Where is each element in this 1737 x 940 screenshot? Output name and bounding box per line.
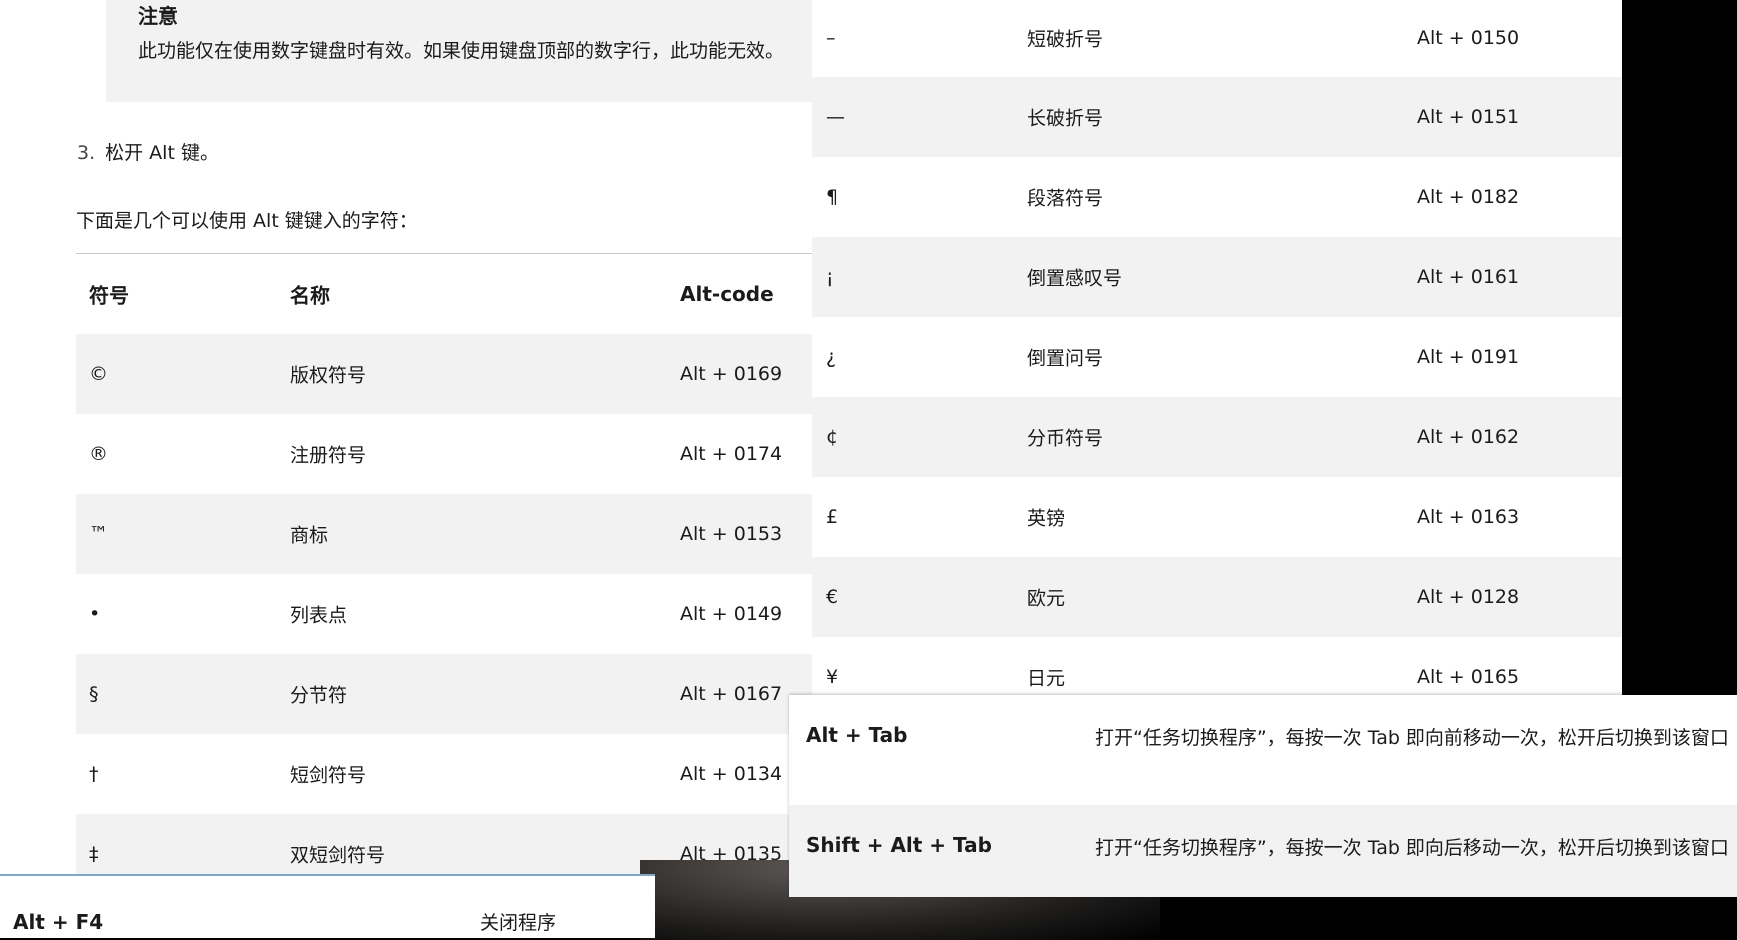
shortcut-table-panel: Alt + Tab 打开“任务切换程序”，每按一次 Tab 即向前移动一次，松开… — [789, 695, 1737, 897]
name-cell: 短剑符号 — [290, 764, 367, 787]
shortcut-description: 关闭程序 — [480, 912, 557, 934]
table-row: ® 注册符号 Alt + 0174 — [76, 414, 812, 494]
name-cell: 商标 — [290, 524, 329, 547]
name-cell: 长破折号 — [1027, 107, 1104, 130]
table-row: € 欧元 Alt + 0128 — [812, 557, 1622, 637]
shortcut-description: 打开“任务切换程序”，每按一次 Tab 即向后移动一次，松开后切换到该窗口 — [1095, 837, 1729, 859]
altcode-cell: Alt + 0182 — [1417, 186, 1520, 208]
table-row: ¥ 日元 Alt + 0165 — [812, 637, 1622, 700]
table-row: £ 英镑 Alt + 0163 — [812, 477, 1622, 557]
symbol-cell: ¿ — [826, 346, 837, 368]
table-row: © 版权符号 Alt + 0169 — [76, 334, 812, 414]
table-row: ¡ 倒置感叹号 Alt + 0161 — [812, 237, 1622, 317]
shortcut-keys: Shift + Alt + Tab — [806, 833, 992, 857]
altcode-cell: Alt + 0134 — [680, 763, 783, 785]
symbol-cell: • — [89, 603, 101, 625]
symbol-cell: † — [89, 763, 99, 785]
name-cell: 版权符号 — [290, 364, 367, 387]
symbol-cell: £ — [826, 506, 839, 528]
table-row: ¢ 分币符号 Alt + 0162 — [812, 397, 1622, 477]
symbol-cell: § — [89, 683, 99, 705]
name-cell: 英镑 — [1027, 507, 1066, 530]
name-cell: 双短剑符号 — [290, 844, 386, 867]
altcode-cell: Alt + 0151 — [1417, 106, 1520, 128]
symbol-cell: — — [826, 106, 845, 128]
symbol-cell: © — [89, 363, 108, 385]
shortcut-keys: Alt + F4 — [13, 910, 104, 934]
table-row: — 长破折号 Alt + 0151 — [812, 77, 1622, 157]
header-altcode: Alt-code — [680, 282, 774, 306]
table-row: ¿ 倒置问号 Alt + 0191 — [812, 317, 1622, 397]
altcode-cell: Alt + 0150 — [1417, 27, 1520, 49]
table-row: • 列表点 Alt + 0149 — [76, 574, 812, 654]
shortcut-keys: Alt + Tab — [806, 723, 908, 747]
table-row: § 分节符 Alt + 0167 — [76, 654, 812, 734]
altcode-cell: Alt + 0191 — [1417, 346, 1520, 368]
altcode-cell: Alt + 0174 — [680, 443, 783, 465]
shortcut-table-panel-left: Alt + F4 关闭程序 — [0, 874, 655, 938]
symbol-cell: ‡ — [89, 843, 99, 865]
symbol-cell: ™ — [89, 523, 108, 545]
table-intro: 下面是几个可以使用 Alt 键键入的字符： — [76, 210, 418, 232]
symbol-cell: € — [826, 586, 839, 608]
name-cell: 列表点 — [290, 604, 348, 627]
name-cell: 日元 — [1027, 667, 1066, 690]
table-row: ™ 商标 Alt + 0153 — [76, 494, 812, 574]
note-box: 注意 此功能仅在使用数字键盘时有效。如果使用键盘顶部的数字行，此功能无效。 — [106, 0, 812, 102]
table-header-row: 符号 名称 Alt-code — [76, 254, 812, 334]
name-cell: 注册符号 — [290, 444, 367, 467]
table-row: – 短破折号 Alt + 0150 — [812, 0, 1622, 78]
symbol-cell: – — [826, 27, 836, 49]
name-cell: 倒置感叹号 — [1027, 267, 1123, 290]
altcode-cell: Alt + 0161 — [1417, 266, 1520, 288]
shortcut-description: 打开“任务切换程序”，每按一次 Tab 即向前移动一次，松开后切换到该窗口 — [1095, 727, 1729, 749]
altcode-cell: Alt + 0167 — [680, 683, 783, 705]
symbol-cell: ¡ — [826, 266, 834, 288]
name-cell: 分节符 — [290, 684, 348, 707]
note-text: 此功能仅在使用数字键盘时有效。如果使用键盘顶部的数字行，此功能无效。 — [138, 40, 785, 62]
symbol-cell: ¶ — [826, 186, 839, 208]
name-cell: 短破折号 — [1027, 28, 1104, 51]
name-cell: 段落符号 — [1027, 187, 1104, 210]
header-name: 名称 — [290, 283, 330, 308]
altcode-cell: Alt + 0149 — [680, 603, 783, 625]
altcode-cell: Alt + 0162 — [1417, 426, 1520, 448]
shortcut-row: Shift + Alt + Tab 打开“任务切换程序”，每按一次 Tab 即向… — [789, 805, 1737, 897]
shortcut-row: Alt + Tab 打开“任务切换程序”，每按一次 Tab 即向前移动一次，松开… — [789, 695, 1737, 796]
altcode-cell: Alt + 0153 — [680, 523, 783, 545]
altcode-cell: Alt + 0165 — [1417, 666, 1520, 688]
step-number: 3. — [77, 142, 96, 164]
altcode-cell: Alt + 0169 — [680, 363, 783, 385]
note-title: 注意 — [138, 4, 178, 28]
altcode-cell: Alt + 0128 — [1417, 586, 1520, 608]
step-text: 松开 Alt 键。 — [105, 142, 219, 164]
table-row: ¶ 段落符号 Alt + 0182 — [812, 157, 1622, 237]
table-row: † 短剑符号 Alt + 0134 — [76, 734, 812, 814]
header-symbol: 符号 — [89, 283, 129, 308]
symbol-cell: ¥ — [826, 666, 839, 688]
altcode-cell: Alt + 0163 — [1417, 506, 1520, 528]
symbol-cell: ¢ — [826, 426, 839, 448]
documentation-panel: 注意 此功能仅在使用数字键盘时有效。如果使用键盘顶部的数字行，此功能无效。 3.… — [0, 0, 812, 936]
alt-code-table-panel: – 短破折号 Alt + 0150 — 长破折号 Alt + 0151 ¶ 段落… — [812, 0, 1622, 700]
symbol-cell: ® — [89, 443, 108, 465]
step-item: 3. 松开 Alt 键。 — [77, 138, 219, 165]
name-cell: 欧元 — [1027, 587, 1066, 610]
name-cell: 倒置问号 — [1027, 347, 1104, 370]
name-cell: 分币符号 — [1027, 427, 1104, 450]
